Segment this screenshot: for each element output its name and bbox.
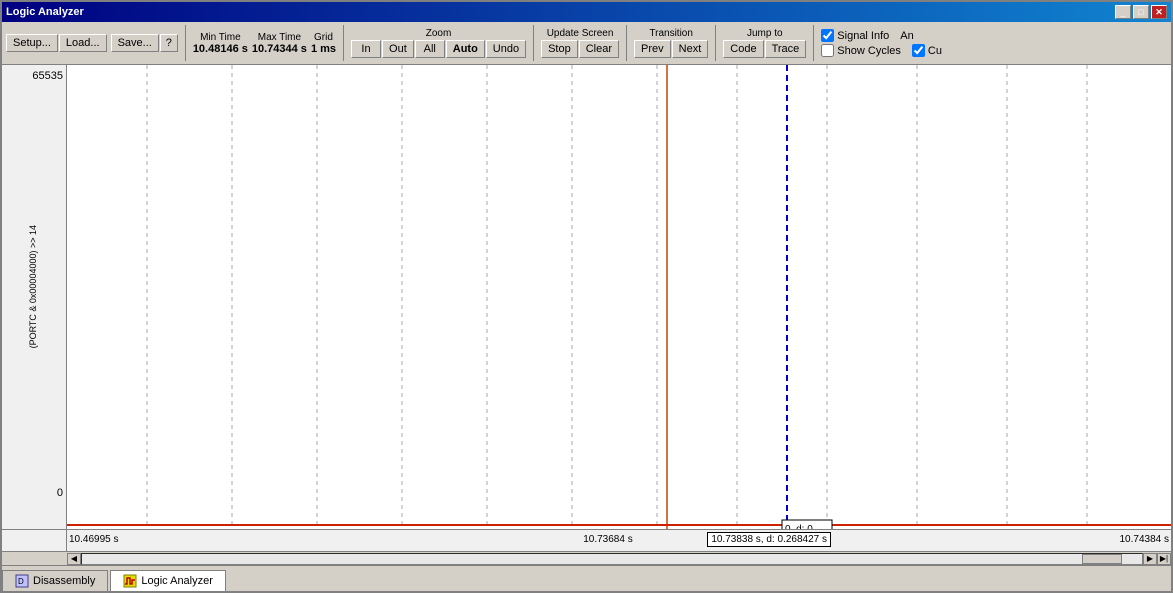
signal-info-row: Signal Info An [821, 29, 913, 42]
grid-label: Grid [314, 32, 333, 43]
main-content: 65535 (PORTC & 0x00004000) >> 14 0 [2, 65, 1171, 591]
jump-buttons: Code Trace [723, 40, 806, 58]
signal-info-label: Signal Info [837, 30, 889, 42]
close-button[interactable]: ✕ [1151, 5, 1167, 19]
save-button[interactable]: Save... [111, 34, 159, 52]
zoom-auto-button[interactable]: Auto [446, 40, 485, 58]
signal-panel: 65535 (PORTC & 0x00004000) >> 14 0 [2, 65, 67, 529]
show-cycles-checkbox[interactable] [821, 44, 834, 57]
zoom-buttons: In Out All Auto Undo [351, 40, 526, 58]
scroll-end-button[interactable]: ▶| [1157, 553, 1171, 565]
chart-container: 65535 (PORTC & 0x00004000) >> 14 0 [2, 65, 1171, 529]
cursor-time: 10.73838 s, [711, 534, 763, 545]
time-axis-spacer [2, 530, 67, 551]
chart-area[interactable]: 0, d: 0 [67, 65, 1171, 529]
scrollbar-track[interactable] [81, 553, 1143, 565]
cu-label: Cu [928, 45, 942, 57]
maximize-button[interactable]: □ [1133, 5, 1149, 19]
zoom-all-button[interactable]: All [415, 40, 445, 58]
zoom-undo-button[interactable]: Undo [486, 40, 526, 58]
cursor-d: d: 0.268427 s [766, 534, 827, 545]
time-axis: 10.46995 s 10.73684 s 10.74384 s 10.7383… [2, 529, 1171, 551]
grid-value: 1 ms [311, 43, 336, 55]
svg-text:D: D [18, 577, 24, 586]
tab-logic-analyzer[interactable]: Logic Analyzer [110, 570, 226, 591]
tab-bar: D Disassembly Logic Analyzer [2, 565, 1171, 591]
max-time-label: Max Time [258, 32, 301, 43]
scroll-right-button[interactable]: ▶ [1143, 553, 1157, 565]
signal-name: (PORTC & 0x00004000) >> 14 [28, 225, 38, 348]
time-center: 10.73684 s [583, 534, 633, 545]
window-title: Logic Analyzer [6, 6, 84, 18]
min-time-value: 10.48146 s [193, 43, 248, 55]
cursor-info-box: 10.73838 s, d: 0.268427 s [707, 532, 831, 547]
chart-svg: 0, d: 0 [67, 65, 1171, 529]
transition-prev-button[interactable]: Prev [634, 40, 671, 58]
help-button[interactable]: ? [160, 34, 178, 52]
separator-4 [626, 25, 627, 61]
logic-analyzer-icon [123, 574, 137, 588]
load-button[interactable]: Load... [59, 34, 107, 52]
jump-trace-button[interactable]: Trace [765, 40, 807, 58]
title-bar: Logic Analyzer _ □ ✕ [2, 2, 1171, 22]
transition-group: Transition Prev Next [634, 28, 708, 58]
separator-2 [343, 25, 344, 61]
clear-button[interactable]: Clear [579, 40, 619, 58]
toolbar: Setup... Load... Save... ? Min Time 10.4… [2, 22, 1171, 65]
transition-buttons: Prev Next [634, 40, 708, 58]
time-right: 10.74384 s [1120, 534, 1170, 545]
save-help-buttons: Save... ? [111, 34, 178, 52]
y-axis-top: 65535 [32, 70, 63, 82]
time-left: 10.46995 s [69, 534, 119, 545]
tab-disassembly[interactable]: D Disassembly [2, 570, 108, 591]
separator-1 [185, 25, 186, 61]
jump-code-button[interactable]: Code [723, 40, 763, 58]
max-time-value: 10.74344 s [252, 43, 307, 55]
jump-to-group: Jump to Code Trace [723, 28, 806, 58]
y-axis-bottom: 0 [57, 487, 63, 499]
transition-label: Transition [649, 28, 693, 39]
zoom-out-button[interactable]: Out [382, 40, 414, 58]
separator-5 [715, 25, 716, 61]
min-time-label: Min Time [200, 32, 241, 43]
disassembly-tab-label: Disassembly [33, 575, 95, 587]
grid-group: Grid 1 ms [311, 32, 336, 55]
max-time-group: Max Time 10.74344 s [252, 32, 307, 55]
main-window: Logic Analyzer _ □ ✕ Setup... Load... Sa… [0, 0, 1173, 593]
right-options: Signal Info An Show Cycles Cu [821, 29, 942, 57]
separator-3 [533, 25, 534, 61]
logic-analyzer-tab-label: Logic Analyzer [141, 575, 213, 587]
cu-checkbox[interactable] [912, 44, 925, 57]
zoom-group: Zoom In Out All Auto Undo [351, 28, 526, 58]
zoom-in-button[interactable]: In [351, 40, 381, 58]
update-screen-group: Update Screen Stop Clear [541, 28, 619, 58]
show-cycles-label: Show Cycles [837, 45, 901, 57]
signal-info-checkbox[interactable] [821, 29, 834, 42]
update-screen-label: Update Screen [547, 28, 614, 39]
minimize-button[interactable]: _ [1115, 5, 1131, 19]
scrollbar-thumb[interactable] [1082, 554, 1122, 564]
update-buttons: Stop Clear [541, 40, 619, 58]
transition-next-button[interactable]: Next [672, 40, 709, 58]
file-buttons: Setup... Load... [6, 34, 107, 52]
separator-6 [813, 25, 814, 61]
title-controls: _ □ ✕ [1115, 5, 1167, 19]
time-axis-labels: 10.46995 s 10.73684 s 10.74384 s 10.7383… [67, 530, 1171, 551]
jump-to-label: Jump to [747, 28, 783, 39]
disassembly-icon: D [15, 574, 29, 588]
stop-button[interactable]: Stop [541, 40, 578, 58]
setup-button[interactable]: Setup... [6, 34, 58, 52]
show-cycles-row: Show Cycles Cu [821, 44, 942, 57]
an-label: An [900, 30, 913, 42]
scrollbar-area: ◀ ▶ ▶| [2, 551, 1171, 565]
zoom-label: Zoom [426, 28, 452, 39]
min-time-group: Min Time 10.48146 s [193, 32, 248, 55]
scroll-left-button[interactable]: ◀ [67, 553, 81, 565]
